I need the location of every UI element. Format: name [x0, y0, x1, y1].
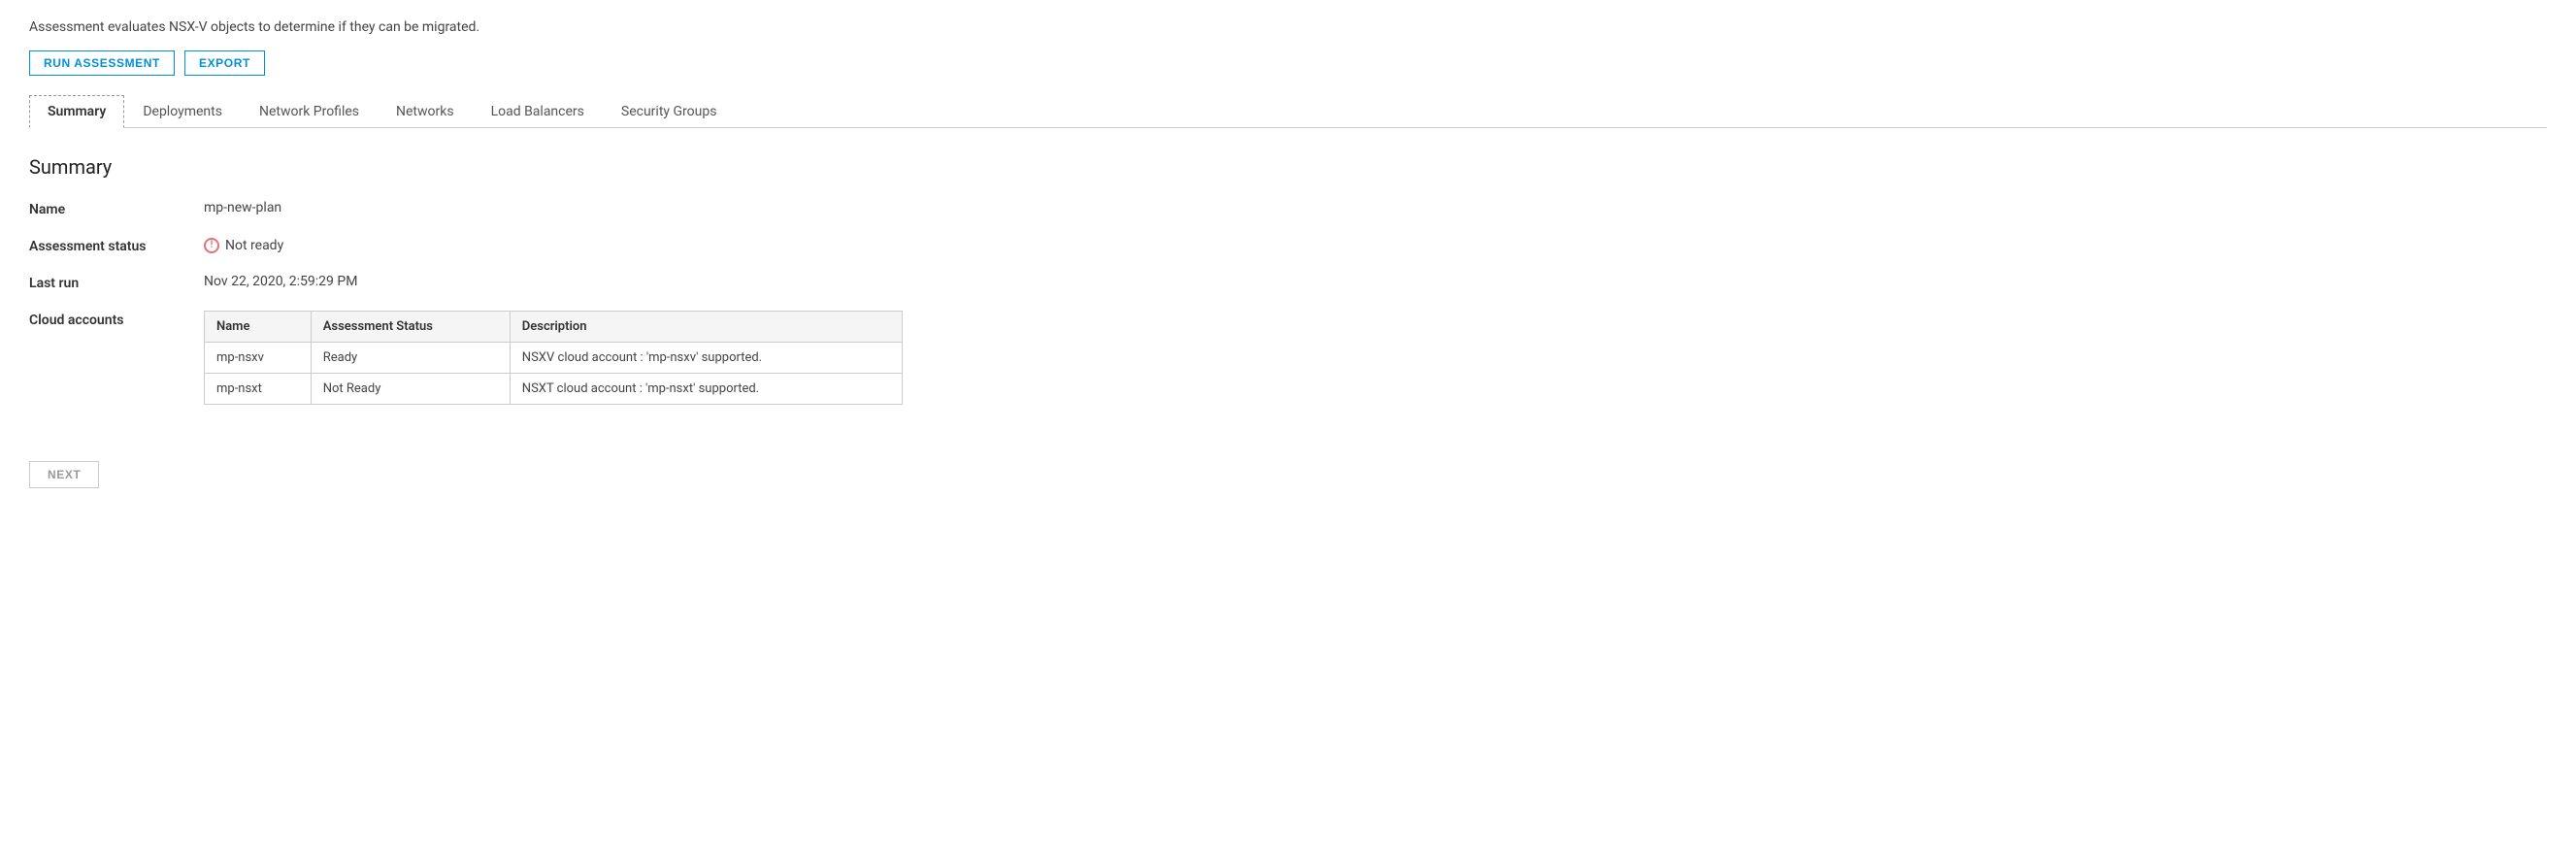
status-value: Not ready [204, 237, 903, 254]
table-header-row: Name Assessment Status Description [205, 312, 903, 343]
cell-name: mp-nsxv [205, 343, 312, 374]
run-assessment-button[interactable]: RUN ASSESSMENT [29, 50, 175, 76]
col-header-status: Assessment Status [311, 312, 510, 343]
page-description: Assessment evaluates NSX-V objects to de… [29, 19, 2547, 35]
cell-description: NSXV cloud account : 'mp-nsxv' supported… [510, 343, 902, 374]
last-run-value: Nov 22, 2020, 2:59:29 PM [204, 274, 903, 291]
col-header-description: Description [510, 312, 902, 343]
name-label: Name [29, 200, 204, 217]
cloud-accounts-label: Cloud accounts [29, 311, 204, 405]
tab-deployments[interactable]: Deployments [124, 95, 241, 128]
detail-grid: Name mp-new-plan Assessment status Not r… [29, 200, 903, 405]
table-row: mp-nsxvReadyNSXV cloud account : 'mp-nsx… [205, 343, 903, 374]
cell-status: Not Ready [311, 374, 510, 405]
next-button[interactable]: NEXT [29, 461, 99, 488]
table-row: mp-nsxtNot ReadyNSXT cloud account : 'mp… [205, 374, 903, 405]
not-ready-icon [204, 238, 219, 253]
tab-load-balancers[interactable]: Load Balancers [473, 95, 603, 128]
tab-security-groups[interactable]: Security Groups [603, 95, 736, 128]
section-title: Summary [29, 155, 2547, 179]
status-label: Assessment status [29, 237, 204, 254]
last-run-label: Last run [29, 274, 204, 291]
toolbar: RUN ASSESSMENT EXPORT [29, 50, 2547, 76]
tab-networks[interactable]: Networks [378, 95, 473, 128]
cell-name: mp-nsxt [205, 374, 312, 405]
cloud-accounts-table-container: Name Assessment Status Description mp-ns… [204, 311, 903, 405]
tab-network-profiles[interactable]: Network Profiles [241, 95, 378, 128]
tabs-nav: Summary Deployments Network Profiles Net… [29, 95, 2547, 128]
cloud-accounts-table: Name Assessment Status Description mp-ns… [204, 311, 903, 405]
cell-status: Ready [311, 343, 510, 374]
col-header-name: Name [205, 312, 312, 343]
cell-description: NSXT cloud account : 'mp-nsxt' supported… [510, 374, 902, 405]
tab-summary[interactable]: Summary [29, 95, 124, 128]
name-value: mp-new-plan [204, 200, 903, 217]
export-button[interactable]: EXPORT [184, 50, 265, 76]
status-text: Not ready [225, 238, 283, 253]
